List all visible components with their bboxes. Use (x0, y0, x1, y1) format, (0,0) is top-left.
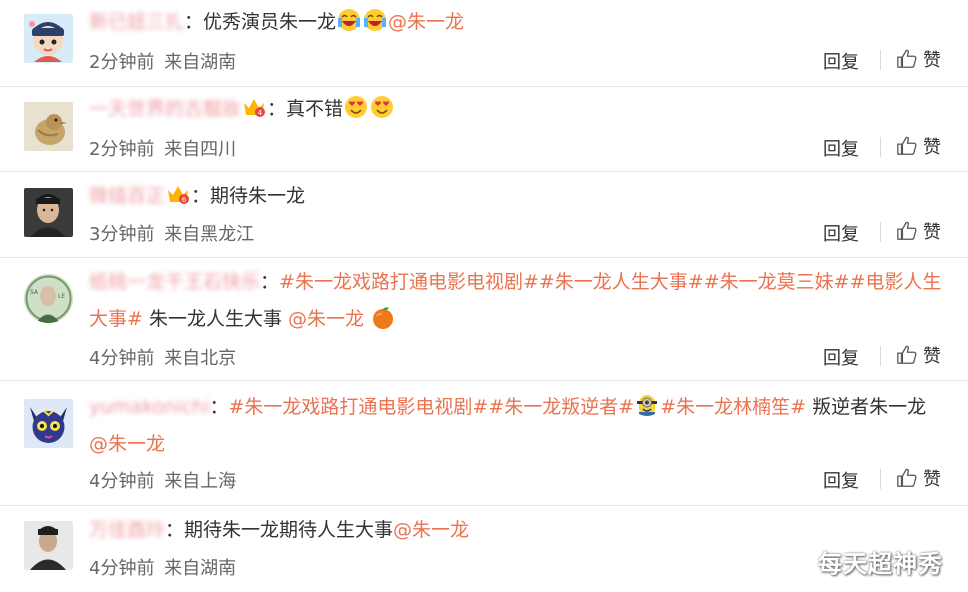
comment-time: 2分钟前 (89, 52, 155, 73)
comment-body: 优秀演员朱一龙 (203, 11, 337, 33)
mention-link[interactable]: @朱一龙 (288, 308, 364, 330)
avatar[interactable] (24, 399, 73, 448)
comment-item: SA LE 纸桃一龙干王石快乐：#朱一龙戏路打通电影电视剧##朱一龙人生大事##… (0, 258, 968, 381)
username-link[interactable]: 微插百正 (89, 178, 165, 214)
like-button[interactable]: 赞 (896, 218, 941, 244)
reply-button[interactable]: 回复 (823, 220, 859, 246)
avatar[interactable] (24, 14, 73, 63)
comment-time: 3分钟前 (89, 224, 155, 245)
comment-body: 期待朱一龙期待人生大事 (184, 519, 394, 541)
topic-link[interactable]: #朱一龙戏路打通电影电视剧##朱一龙叛逆者# (229, 396, 635, 418)
svg-text:SA: SA (30, 289, 39, 296)
comment-item: yumakonichi：#朱一龙戏路打通电影电视剧##朱一龙叛逆者# #朱一龙林楠… (0, 381, 968, 506)
crown-badge-icon: 6 (168, 186, 190, 204)
comment-item: 新已妞三扎：优秀演员朱一龙 @朱一龙 2分钟前 来自湖南 回复 赞 (0, 0, 968, 87)
comment-text: 万佳酉玲：期待朱一龙期待人生大事@朱一龙 (89, 512, 944, 548)
comment-location: 来自湖南 (164, 558, 237, 579)
comment-location: 来自四川 (164, 139, 237, 160)
like-button[interactable]: 赞 (896, 465, 941, 491)
thumbs-up-icon (897, 49, 917, 68)
action-divider (880, 346, 881, 366)
comment-body: 真不错 (286, 98, 344, 120)
username-link[interactable]: yumakonichi (89, 389, 209, 426)
comment-meta: 4分钟前 来自湖南 (89, 554, 240, 580)
watermark: 每天超神秀 (818, 550, 943, 578)
reply-button[interactable]: 回复 (823, 467, 859, 493)
thumbs-up-icon (897, 345, 917, 364)
orange-emoji-icon (373, 307, 394, 329)
comment-body: 期待朱一龙 (210, 185, 306, 207)
comment-text: 一天世界的古靓妝 4 ：真不错 (89, 91, 944, 127)
reply-button[interactable]: 回复 (823, 135, 859, 161)
action-divider (880, 50, 881, 70)
like-button[interactable]: 赞 (896, 46, 941, 72)
like-label: 赞 (923, 50, 941, 71)
comment-location: 来自北京 (164, 348, 237, 369)
username-link[interactable]: 纸桃一龙干王石快乐 (89, 264, 260, 301)
comment-item: 微插百正 6 ：期待朱一龙 3分钟前 来自黑龙江 回复 赞 (0, 172, 968, 258)
action-divider (880, 137, 881, 157)
laughing-emoji-icon (338, 9, 361, 31)
like-label: 赞 (923, 222, 941, 243)
mention-link[interactable]: @朱一龙 (393, 519, 469, 541)
thumbs-up-icon (897, 221, 917, 240)
heart-eyes-emoji-icon (371, 96, 394, 118)
svg-text:6: 6 (182, 196, 187, 204)
avatar[interactable] (24, 102, 73, 151)
comment-text: 新已妞三扎：优秀演员朱一龙 @朱一龙 (89, 4, 944, 40)
comment-time: 2分钟前 (89, 139, 155, 160)
comment-body: 朱一龙人生大事 (142, 308, 289, 330)
comment-time: 4分钟前 (89, 471, 155, 492)
reply-button[interactable]: 回复 (823, 48, 859, 74)
like-button[interactable]: 赞 (896, 133, 941, 159)
comment-item: 一天世界的古靓妝 4 ：真不错 2分钟前 来自四川 回复 赞 (0, 87, 968, 172)
laughing-emoji-icon (364, 9, 387, 31)
avatar[interactable] (24, 521, 73, 570)
topic-link[interactable]: #朱一龙林楠笙# (660, 396, 806, 418)
thumbs-up-icon (897, 136, 917, 155)
comment-meta: 4分钟前 来自北京 (89, 344, 240, 370)
comment-text: 微插百正 6 ：期待朱一龙 (89, 178, 944, 214)
like-label: 赞 (923, 346, 941, 367)
mention-link[interactable]: @朱一龙 (89, 433, 165, 455)
comment-text: yumakonichi：#朱一龙戏路打通电影电视剧##朱一龙叛逆者# #朱一龙林楠… (89, 389, 944, 463)
username-link[interactable]: 新已妞三扎 (89, 4, 184, 40)
comment-time: 4分钟前 (89, 558, 155, 579)
comment-meta: 2分钟前 来自湖南 (89, 48, 240, 74)
comment-time: 4分钟前 (89, 348, 155, 369)
comment-body: 叛逆者朱一龙 (806, 396, 927, 418)
heart-eyes-emoji-icon (345, 96, 368, 118)
minion-emoji-icon (637, 395, 658, 416)
comment-location: 来自上海 (164, 471, 237, 492)
username-link[interactable]: 一天世界的古靓妝 (89, 91, 241, 127)
action-divider (880, 469, 881, 489)
avatar[interactable] (24, 188, 73, 237)
action-divider (880, 222, 881, 242)
comment-meta: 3分钟前 来自黑龙江 (89, 220, 258, 246)
comment-location: 来自湖南 (164, 52, 237, 73)
thumbs-up-icon (897, 468, 917, 487)
comment-text: 纸桃一龙干王石快乐：#朱一龙戏路打通电影电视剧##朱一龙人生大事##朱一龙莫三妹… (89, 264, 944, 338)
comment-meta: 4分钟前 来自上海 (89, 467, 240, 493)
username-link[interactable]: 万佳酉玲 (89, 512, 165, 548)
mention-link[interactable]: @朱一龙 (388, 11, 464, 33)
like-label: 赞 (923, 137, 941, 158)
svg-text:4: 4 (258, 109, 263, 117)
svg-text:LE: LE (58, 293, 65, 300)
comment-location: 来自黑龙江 (164, 224, 255, 245)
reply-button[interactable]: 回复 (823, 344, 859, 370)
like-button[interactable]: 赞 (896, 342, 941, 368)
like-label: 赞 (923, 469, 941, 490)
comment-meta: 2分钟前 来自四川 (89, 135, 240, 161)
crown-badge-icon: 4 (244, 99, 266, 117)
avatar[interactable]: SA LE (24, 274, 73, 323)
